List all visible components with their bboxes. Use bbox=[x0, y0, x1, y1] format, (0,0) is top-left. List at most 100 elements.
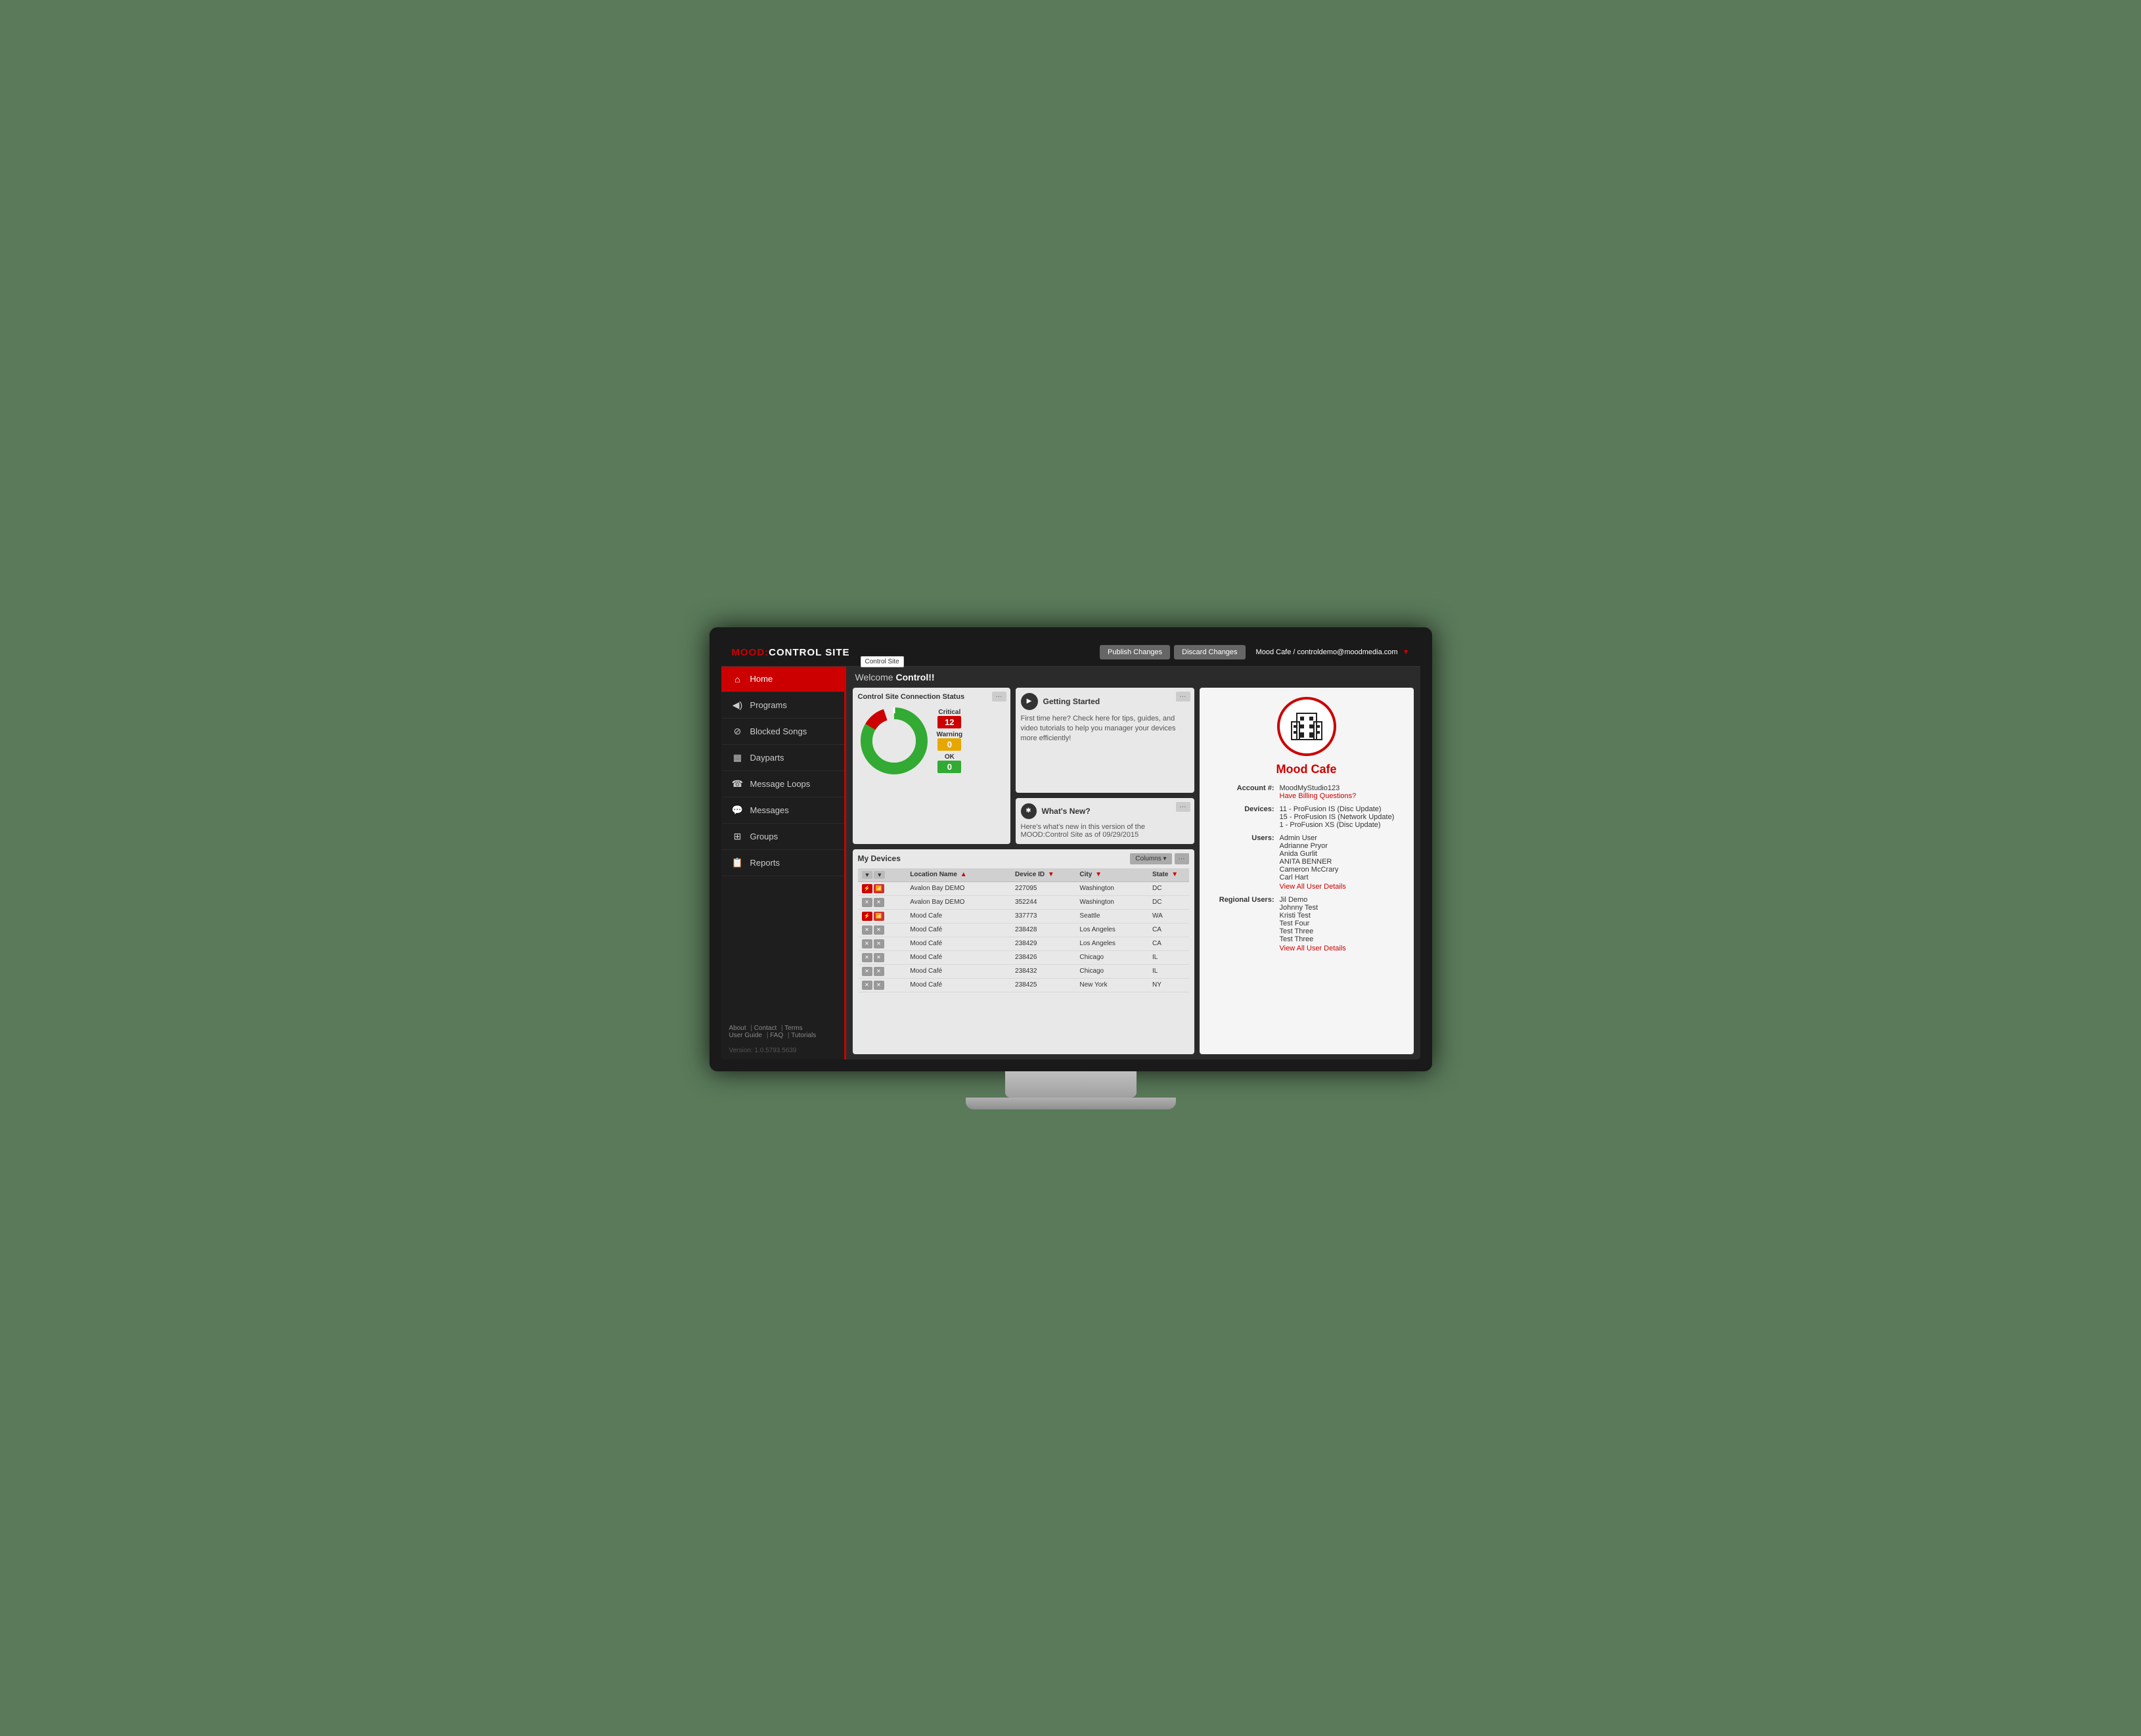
regional-0: Jil Demo bbox=[1280, 896, 1308, 904]
table-row[interactable]: ✕✕Mood Café238428Los AngelesCA bbox=[858, 923, 1189, 937]
device-location: Avalon Bay DEMO bbox=[906, 895, 1011, 909]
getting-started-menu-button[interactable]: ··· bbox=[1176, 692, 1190, 701]
warning-badge: 0 bbox=[937, 738, 961, 751]
table-row[interactable]: ✕✕Avalon Bay DEMO352244WashingtonDC bbox=[858, 895, 1189, 909]
device-state: DC bbox=[1148, 895, 1189, 909]
device-icons-cell: ⚡📶 bbox=[858, 909, 907, 923]
devices-table-body: ⚡📶Avalon Bay DEMO227095WashingtonDC✕✕Ava… bbox=[858, 881, 1189, 992]
terms-link[interactable]: Terms bbox=[784, 1025, 802, 1032]
device-icon-1: 📶 bbox=[874, 884, 884, 893]
view-all-users-link[interactable]: View All User Details bbox=[1280, 883, 1405, 891]
dayparts-icon: ▦ bbox=[732, 752, 744, 763]
welcome-name: Control!! bbox=[895, 672, 934, 682]
device-location: Mood Café bbox=[906, 923, 1011, 937]
columns-button[interactable]: Columns ▾ bbox=[1130, 853, 1171, 864]
sidebar-item-messages[interactable]: 💬 Messages bbox=[721, 797, 844, 824]
warning-status: Warning 0 bbox=[937, 731, 963, 751]
content-body: Control Site Connection Status ··· bbox=[846, 685, 1420, 1059]
user-5: Carl Hart bbox=[1280, 874, 1309, 881]
col-device-header[interactable]: Device ID ▼ bbox=[1011, 868, 1075, 882]
critical-label: Critical bbox=[938, 709, 960, 716]
sidebar-footer: About | Contact | Terms User Guide | FAQ… bbox=[721, 1019, 844, 1044]
user-dropdown-arrow[interactable]: ▼ bbox=[1403, 648, 1410, 656]
devices-menu-button[interactable]: ··· bbox=[1175, 853, 1189, 864]
app: MOOD:CONTROL SITE Publish Changes Discar… bbox=[721, 639, 1420, 1059]
col-state-header[interactable]: State ▼ bbox=[1148, 868, 1189, 882]
sidebar-item-blocked-songs[interactable]: ⊘ Blocked Songs bbox=[721, 719, 844, 745]
regional-row: Regional Users: Jil Demo Johnny Test Kri… bbox=[1209, 896, 1405, 952]
col-city-header[interactable]: City ▼ bbox=[1075, 868, 1148, 882]
location-sort-arrow: ▲ bbox=[960, 871, 967, 878]
view-all-regional-link[interactable]: View All User Details bbox=[1280, 945, 1405, 952]
connection-status-menu-button[interactable]: ··· bbox=[992, 692, 1006, 701]
connection-content: Critical 12 Warning 0 bbox=[858, 705, 1005, 777]
about-link[interactable]: About bbox=[729, 1025, 746, 1032]
sidebar-item-reports[interactable]: 📋 Reports bbox=[721, 850, 844, 876]
sidebar-nav: ⌂ Home ◀) Programs ⊘ Blocked Songs bbox=[721, 667, 844, 1019]
device-icons-cell: ✕✕ bbox=[858, 895, 907, 909]
device-icons-cell: ✕✕ bbox=[858, 923, 907, 937]
sidebar-item-message-loops[interactable]: ☎ Message Loops bbox=[721, 771, 844, 797]
getting-started-title: Getting Started bbox=[1043, 697, 1100, 706]
devices-table-scroll[interactable]: ▼ ▼ Location Name ▲ bbox=[858, 868, 1189, 1050]
table-row[interactable]: ✕✕Mood Café238432ChicagoIL bbox=[858, 964, 1189, 978]
table-row[interactable]: ✕✕Mood Café238425New YorkNY bbox=[858, 978, 1189, 992]
gs-header: ▶ Getting Started bbox=[1021, 693, 1189, 710]
device-state: DC bbox=[1148, 881, 1189, 895]
tutorials-link[interactable]: Tutorials bbox=[791, 1032, 816, 1039]
sidebar-item-home[interactable]: ⌂ Home bbox=[721, 667, 844, 692]
col-location-header[interactable]: Location Name ▲ bbox=[906, 868, 1011, 882]
sidebar-item-dayparts[interactable]: ▦ Dayparts bbox=[721, 745, 844, 771]
ok-status: OK 0 bbox=[937, 753, 963, 773]
table-row[interactable]: ✕✕Mood Café238429Los AngelesCA bbox=[858, 937, 1189, 950]
device-id: 337773 bbox=[1011, 909, 1075, 923]
monitor: MOOD:CONTROL SITE Publish Changes Discar… bbox=[710, 627, 1432, 1109]
messages-icon: 💬 bbox=[732, 805, 744, 816]
device-icon-0: ⚡ bbox=[862, 912, 872, 921]
table-row[interactable]: ✕✕Mood Café238426ChicagoIL bbox=[858, 950, 1189, 964]
regional-5: Test Three bbox=[1280, 935, 1314, 943]
devices-header: My Devices Columns ▾ ··· bbox=[858, 853, 1189, 864]
topbar-buttons: Publish Changes Discard Changes Mood Caf… bbox=[1100, 645, 1410, 659]
ok-badge: 0 bbox=[937, 761, 961, 773]
whats-new-menu-button[interactable]: ··· bbox=[1176, 802, 1190, 812]
device-icon-1: ✕ bbox=[874, 898, 884, 907]
table-row[interactable]: ⚡📶Avalon Bay DEMO227095WashingtonDC bbox=[858, 881, 1189, 895]
critical-badge: 12 bbox=[937, 716, 961, 728]
sidebar-version: Version: 1.0.5793.5639 bbox=[721, 1044, 844, 1059]
groups-icon: ⊞ bbox=[732, 831, 744, 842]
play-icon[interactable]: ▶ bbox=[1021, 693, 1038, 710]
whats-new-widget: ✱ What's New? ··· Here's what's new in t… bbox=[1016, 798, 1194, 844]
reports-icon: 📋 bbox=[732, 857, 744, 868]
sidebar-item-groups[interactable]: ⊞ Groups bbox=[721, 824, 844, 850]
devices-line-1: 15 - ProFusion IS (Network Update) bbox=[1280, 813, 1395, 821]
device-icon-1: ✕ bbox=[874, 939, 884, 948]
device-icons-cell: ✕✕ bbox=[858, 964, 907, 978]
regional-label: Regional Users: bbox=[1209, 896, 1274, 952]
left-column: Control Site Connection Status ··· bbox=[853, 688, 1194, 1054]
discard-changes-button[interactable]: Discard Changes bbox=[1174, 645, 1245, 659]
device-city: Chicago bbox=[1075, 964, 1148, 978]
device-icon-0: ✕ bbox=[862, 939, 872, 948]
user-guide-link[interactable]: User Guide bbox=[729, 1032, 763, 1039]
publish-changes-button[interactable]: Publish Changes bbox=[1100, 645, 1170, 659]
star-icon[interactable]: ✱ bbox=[1021, 803, 1037, 819]
device-icon-0: ✕ bbox=[862, 925, 872, 935]
devices-table: ▼ ▼ Location Name ▲ bbox=[858, 868, 1189, 992]
faq-link[interactable]: FAQ bbox=[770, 1032, 783, 1039]
regional-1: Johnny Test bbox=[1280, 904, 1318, 912]
device-icon-0: ✕ bbox=[862, 953, 872, 962]
user-2: Anida Gurlit bbox=[1280, 850, 1317, 858]
connection-status-widget: Control Site Connection Status ··· bbox=[853, 688, 1010, 844]
devices-value: 11 - ProFusion IS (Disc Update) 15 - Pro… bbox=[1280, 805, 1405, 829]
regional-3: Test Four bbox=[1280, 920, 1310, 927]
logo-rest: CONTROL SITE bbox=[769, 647, 849, 658]
device-id: 238429 bbox=[1011, 937, 1075, 950]
billing-link[interactable]: Have Billing Questions? bbox=[1280, 792, 1405, 800]
programs-icon: ◀) bbox=[732, 700, 744, 711]
table-row[interactable]: ⚡📶Mood Cafe337773SeattleWA bbox=[858, 909, 1189, 923]
home-icon: ⌂ bbox=[732, 674, 744, 684]
sidebar-item-programs[interactable]: ◀) Programs bbox=[721, 692, 844, 719]
contact-link[interactable]: Contact bbox=[754, 1025, 777, 1032]
device-location: Mood Café bbox=[906, 978, 1011, 992]
